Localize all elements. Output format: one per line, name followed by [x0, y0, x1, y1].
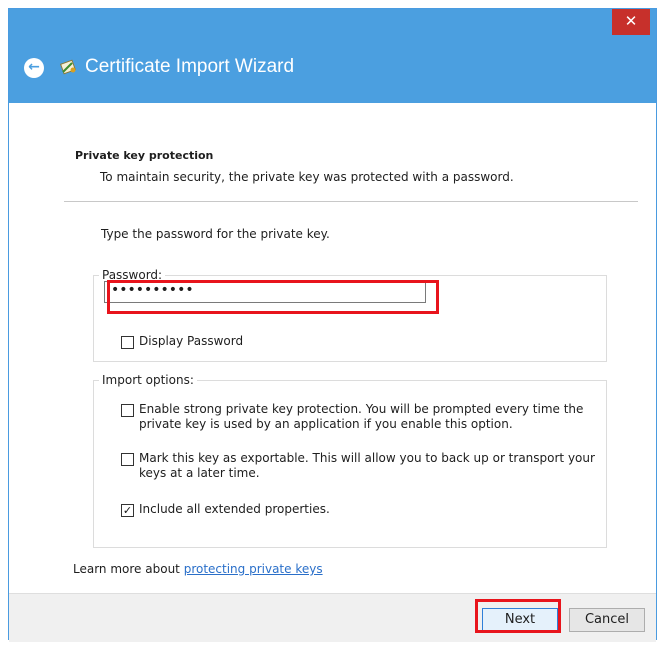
back-button[interactable]: ←: [24, 58, 44, 78]
strong-protection-checkbox[interactable]: [121, 404, 134, 417]
learn-more-prefix: Learn more about: [73, 562, 184, 576]
learn-more-text: Learn more about protecting private keys: [73, 562, 323, 576]
extended-properties-label[interactable]: Include all extended properties.: [139, 502, 330, 517]
protecting-private-keys-link[interactable]: protecting private keys: [184, 562, 323, 576]
cancel-button[interactable]: Cancel: [569, 608, 645, 632]
section-subtitle: To maintain security, the private key wa…: [100, 170, 514, 184]
close-button[interactable]: ✕: [612, 9, 650, 35]
exportable-label-line2: keys at a later time.: [139, 466, 260, 480]
check-icon: ✓: [122, 504, 133, 517]
display-password-checkbox[interactable]: [121, 336, 134, 349]
title-bar: ✕ ← Certificate Import Wizard: [9, 9, 656, 103]
display-password-label[interactable]: Display Password: [139, 334, 243, 349]
import-options-label: Import options:: [99, 373, 197, 387]
wizard-window: ✕ ← Certificate Import Wizard Private ke…: [8, 8, 657, 642]
extended-properties-checkbox[interactable]: ✓: [121, 504, 134, 517]
certificate-wizard-icon: [60, 59, 76, 75]
password-prompt: Type the password for the private key.: [101, 227, 330, 241]
password-highlight-box: [107, 280, 439, 314]
exportable-label[interactable]: Mark this key as exportable. This will a…: [139, 451, 595, 481]
wizard-content: Private key protection To maintain secur…: [9, 103, 656, 599]
back-arrow-icon: ←: [28, 59, 40, 75]
strong-protection-label[interactable]: Enable strong private key protection. Yo…: [139, 402, 583, 432]
section-title: Private key protection: [75, 149, 214, 162]
header-divider: [64, 201, 638, 202]
strong-protection-label-line1: Enable strong private key protection. Yo…: [139, 402, 584, 416]
window-title: Certificate Import Wizard: [85, 56, 295, 77]
close-icon: ✕: [624, 12, 638, 30]
exportable-label-line1: Mark this key as exportable. This will a…: [139, 451, 595, 465]
next-highlight-box: [475, 599, 561, 633]
strong-protection-label-line2: private key is used by an application if…: [139, 417, 513, 431]
exportable-checkbox[interactable]: [121, 453, 134, 466]
